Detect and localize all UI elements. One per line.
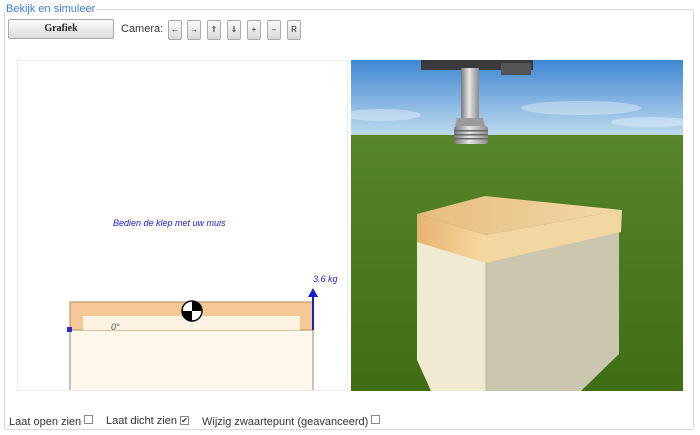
3d-scene [351, 60, 683, 391]
lid-control-canvas[interactable]: Bedien de klep met uw muis 3.6 kg 0° [17, 60, 348, 391]
camera-down-button[interactable]: ⇓ [227, 20, 241, 40]
camera-up-button[interactable]: ⇑ [207, 20, 221, 40]
show-closed-label: Laat dicht zien [106, 415, 177, 427]
show-open-option[interactable]: Laat open zien [9, 415, 94, 428]
change-cog-option[interactable]: Wijzig zwaartepunt (geavanceerd) [202, 415, 381, 428]
camera-label: Camera: [121, 23, 164, 35]
lid-sketch [67, 288, 318, 390]
show-open-checkbox[interactable] [84, 415, 94, 424]
hinge-handle[interactable] [67, 327, 72, 332]
center-of-gravity-icon[interactable] [181, 300, 203, 322]
camera-right-button[interactable]: → [187, 20, 201, 40]
box-body-sketch [69, 329, 314, 390]
grafiek-button[interactable]: Grafiek [8, 19, 114, 39]
camera-reset-button[interactable]: R [287, 20, 301, 40]
show-closed-option[interactable]: Laat dicht zien ✔ [106, 415, 189, 427]
camera-zoom-out-button[interactable]: – [267, 20, 281, 40]
fieldset-legend: Bekijk en simuleer [6, 3, 98, 15]
show-open-label: Laat open zien [9, 416, 82, 428]
3d-viewport[interactable] [351, 60, 683, 391]
show-closed-checkbox[interactable]: ✔ [179, 416, 189, 425]
camera-left-button[interactable]: ← [168, 20, 182, 40]
angle-label: 0° [111, 322, 120, 332]
change-cog-checkbox[interactable] [371, 415, 381, 424]
camera-zoom-in-button[interactable]: + [247, 20, 261, 40]
change-cog-label: Wijzig zwaartepunt (geavanceerd) [202, 416, 369, 428]
